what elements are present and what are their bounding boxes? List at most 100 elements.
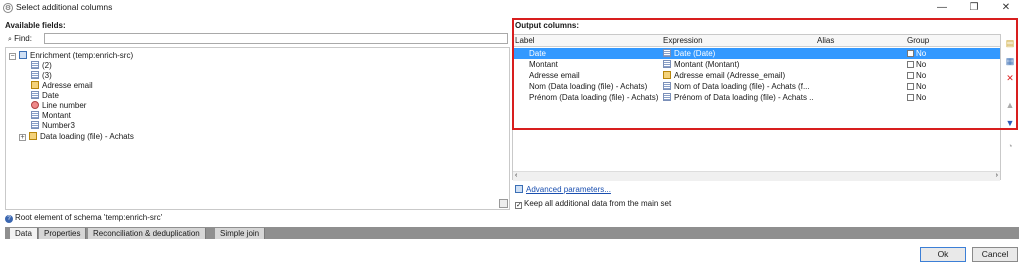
expand-icon[interactable]: +	[19, 134, 26, 141]
field-icon	[663, 60, 671, 68]
row-expression: Montant (Montant)	[674, 60, 740, 69]
group-checkbox[interactable]	[907, 50, 914, 57]
field-icon	[31, 71, 39, 79]
cancel-button[interactable]: Cancel	[972, 247, 1018, 262]
tree-node-label: Montant	[42, 111, 71, 120]
row-expression: Prénom of Data loading (file) - Achats .…	[674, 93, 813, 102]
tree-node-link[interactable]: + Data loading (file) - Achats	[19, 132, 134, 142]
field-icon	[31, 61, 39, 69]
horizontal-scrollbar[interactable]: ‹ ›	[513, 171, 1000, 181]
row-expression: Nom of Data loading (file) - Achats (f..…	[674, 82, 810, 91]
field-icon	[31, 111, 39, 119]
add-column-icon[interactable]: ▤	[1004, 37, 1016, 49]
advanced-parameters-link[interactable]: Advanced parameters...	[526, 185, 611, 194]
tree-node-label: Adresse email	[42, 81, 93, 90]
key-icon	[31, 101, 39, 109]
scroll-right-icon[interactable]: ›	[996, 172, 998, 179]
scroll-left-icon[interactable]: ‹	[515, 172, 517, 179]
delete-icon[interactable]: ✕	[1004, 72, 1016, 84]
field-icon	[663, 49, 671, 57]
find-icon: ⌕	[8, 36, 12, 43]
row-label: Date	[529, 49, 546, 58]
tree-node-field[interactable]: (3)	[31, 71, 52, 81]
group-checkbox[interactable]	[907, 61, 914, 68]
edit-column-icon[interactable]: ▦	[1004, 55, 1016, 67]
title-bar: ⚙ Select additional columns — ❐ ✕	[0, 0, 1024, 16]
field-icon	[31, 91, 39, 99]
minimize-button[interactable]: —	[932, 1, 952, 15]
tree-node-label: Number3	[42, 121, 75, 130]
tree-node-field[interactable]: Adresse email	[31, 81, 93, 91]
output-columns-grid: Label Expression Alias Group Date Date (…	[512, 34, 1001, 181]
window-title: Select additional columns	[16, 2, 113, 12]
tree-node-label: Data loading (file) - Achats	[40, 132, 134, 141]
row-group: No	[916, 71, 927, 80]
tree-node-label: Enrichment (temp:enrich-src)	[30, 51, 134, 60]
group-checkbox[interactable]	[907, 83, 914, 90]
help-icon: ?	[5, 215, 13, 223]
keep-data-label: Keep all additional data from the main s…	[524, 199, 672, 208]
tab-reconciliation[interactable]: Reconciliation & deduplication	[88, 228, 206, 239]
keep-data-checkbox[interactable]: ✓	[515, 202, 522, 209]
tree-node-field[interactable]: Montant	[31, 111, 71, 121]
app-icon: ⚙	[3, 3, 13, 13]
settings-icon	[515, 185, 523, 193]
close-button[interactable]: ✕	[996, 1, 1016, 15]
tab-simple-join[interactable]: Simple join	[215, 228, 266, 239]
table-row[interactable]: Prénom (Data loading (file) - Achats) Pr…	[513, 92, 1000, 103]
tab-data[interactable]: Data	[10, 228, 38, 239]
tree-node-field[interactable]: Line number	[31, 101, 86, 111]
header-label[interactable]: Label	[515, 36, 535, 45]
row-expression: Adresse email (Adresse_email)	[674, 71, 786, 80]
fields-tree: − Enrichment (temp:enrich-src) (2) (3) Ad…	[5, 47, 510, 210]
field-icon	[663, 82, 671, 90]
move-up-icon[interactable]: ▲	[1004, 99, 1016, 111]
table-row[interactable]: Adresse email Adresse email (Adresse_ema…	[513, 70, 1000, 81]
tree-node-root[interactable]: − Enrichment (temp:enrich-src)	[9, 51, 133, 61]
ok-button[interactable]: Ok	[920, 247, 966, 262]
resize-grip-icon[interactable]	[499, 199, 508, 208]
keep-data-option[interactable]: ✓ Keep all additional data from the main …	[515, 199, 671, 209]
grid-header: Label Expression Alias Group	[513, 35, 1000, 47]
advanced-parameters[interactable]: Advanced parameters...	[515, 185, 611, 194]
tab-bar: Data Properties Reconciliation & dedupli…	[5, 227, 1019, 239]
row-group: No	[916, 93, 927, 102]
row-group: No	[916, 49, 927, 58]
table-row[interactable]: Date Date (Date) No	[513, 48, 1000, 59]
group-checkbox[interactable]	[907, 72, 914, 79]
header-group[interactable]: Group	[907, 36, 929, 45]
header-alias[interactable]: Alias	[817, 36, 834, 45]
sort-icon[interactable]: ◔	[1004, 140, 1016, 152]
link-table-icon	[29, 132, 37, 140]
row-group: No	[916, 60, 927, 69]
tree-node-field[interactable]: (2)	[31, 61, 52, 71]
row-label: Nom (Data loading (file) - Achats)	[529, 82, 648, 91]
schema-status: ? Root element of schema 'temp:enrich-src…	[5, 213, 162, 223]
header-expression[interactable]: Expression	[663, 36, 703, 45]
tree-node-label: (2)	[42, 61, 52, 70]
table-row[interactable]: Nom (Data loading (file) - Achats) Nom o…	[513, 81, 1000, 92]
tree-node-label: Line number	[42, 101, 87, 110]
find-input[interactable]	[44, 33, 508, 44]
row-label: Adresse email	[529, 71, 580, 80]
tree-node-field[interactable]: Number3	[31, 121, 75, 131]
row-expression: Date (Date)	[674, 49, 716, 58]
link-field-icon	[31, 81, 39, 89]
collapse-icon[interactable]: −	[9, 53, 16, 60]
tree-node-field[interactable]: Date	[31, 91, 59, 101]
field-icon	[31, 121, 39, 129]
link-field-icon	[663, 71, 671, 79]
tab-properties[interactable]: Properties	[39, 228, 87, 239]
tree-node-label: Date	[42, 91, 59, 100]
table-icon	[19, 51, 27, 59]
find-label: ⌕ Find:	[8, 34, 32, 43]
move-down-icon[interactable]: ▼	[1004, 117, 1016, 129]
row-label: Prénom (Data loading (file) - Achats)	[529, 93, 659, 102]
output-columns-label: Output columns:	[515, 21, 579, 30]
available-fields-label: Available fields:	[5, 21, 66, 30]
maximize-button[interactable]: ❐	[964, 1, 984, 15]
tree-node-label: (3)	[42, 71, 52, 80]
row-group: No	[916, 82, 927, 91]
group-checkbox[interactable]	[907, 94, 914, 101]
table-row[interactable]: Montant Montant (Montant) No	[513, 59, 1000, 70]
